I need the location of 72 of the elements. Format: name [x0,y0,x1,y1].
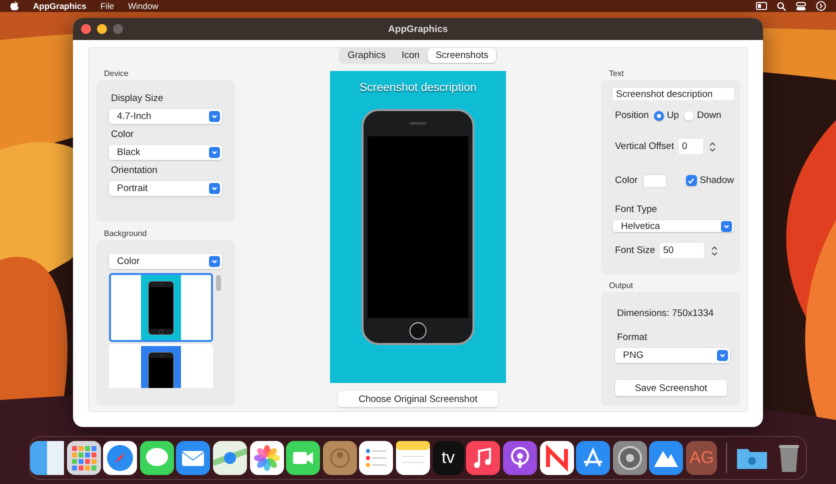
chat-bubble-icon[interactable] [140,441,174,475]
chevron-icon [209,183,220,194]
display-icon[interactable] [756,2,767,10]
video-camera-icon[interactable] [286,441,320,475]
news-icon[interactable] [540,441,574,475]
field-label: Color [111,129,135,140]
popup-button[interactable]: Color [109,254,222,269]
popup-button[interactable]: Black [109,145,222,160]
shadow-checkbox[interactable]: Shadow [686,175,734,186]
section-title: Output [609,281,634,290]
section-title: Text [609,69,625,78]
radio-option[interactable]: Down [684,110,722,121]
close-button[interactable] [81,24,91,34]
music-note-icon[interactable] [466,441,500,475]
section-title: Device [104,69,130,78]
flower-icon[interactable] [250,441,284,475]
radio-option[interactable]: Up [654,110,679,121]
search-icon[interactable] [777,2,786,10]
field-label: Font Size [615,245,656,256]
phone-drawing [148,280,174,334]
chevron-icon [209,147,220,158]
field-label: Format [617,332,648,343]
apple-logo-icon[interactable] [10,1,19,11]
color-well[interactable] [642,174,667,188]
map-icon[interactable] [212,441,247,475]
tv-app-icon[interactable]: tv [432,441,464,475]
field-label: Orientation [111,165,158,176]
font-size-field[interactable]: 50 [660,243,704,258]
popup-button[interactable]: PNG [615,348,730,363]
toggles-icon[interactable] [796,2,806,10]
popup-button[interactable]: Helvetica [613,220,734,232]
field-label: Display Size [111,93,164,104]
field-label: Vertical Offset [615,141,674,152]
popup-button[interactable]: 4.7-Inch [109,109,222,124]
field-label: Position [615,110,649,121]
minimize-button[interactable] [97,24,107,34]
field-label: Color [615,175,638,186]
save-screenshot-button[interactable]: Save Screenshot [615,380,727,396]
section-title: Background [104,229,148,238]
preview-caption: Screenshot description [360,82,476,94]
scrollbar-thumb[interactable] [216,275,221,291]
tab[interactable]: Graphics [340,48,394,63]
contacts-icon[interactable] [322,441,357,475]
compass-icon[interactable] [103,441,138,475]
control-center-icon[interactable] [816,1,826,11]
choose-screenshot-button[interactable]: Choose Original Screenshot [338,391,498,407]
app-store-icon[interactable] [576,441,610,475]
grid-icon[interactable] [66,441,101,475]
chevron-icon [717,350,728,361]
envelope-icon[interactable] [176,441,210,475]
offset-field[interactable]: 0 [678,139,703,154]
chevron-icon [209,256,220,267]
mountain-icon[interactable] [649,441,684,475]
text-input-field[interactable]: Screenshot description [613,88,734,100]
radio-button[interactable] [654,110,664,120]
menu-item[interactable]: File [100,1,114,11]
checkbox[interactable] [686,175,697,186]
chevron-icon [209,111,220,122]
window-title: AppGraphics [388,24,448,34]
dimensions-text: Dimensions: 750x1334 [617,308,715,319]
chevron-icon [721,220,732,232]
app-menu[interactable]: AppGraphics [33,1,86,11]
popup-button[interactable]: Portrait [109,181,222,196]
field-label: Font Type [615,204,658,215]
podcast-icon[interactable] [503,441,538,475]
tab[interactable]: Icon [394,48,428,63]
list-icon[interactable] [359,441,394,475]
background-thumbnail[interactable] [109,273,213,342]
notepad-icon[interactable] [396,441,430,475]
tab[interactable]: Screenshots [428,48,496,63]
radio-button[interactable] [684,110,694,120]
menu-item[interactable]: Window [128,1,158,11]
